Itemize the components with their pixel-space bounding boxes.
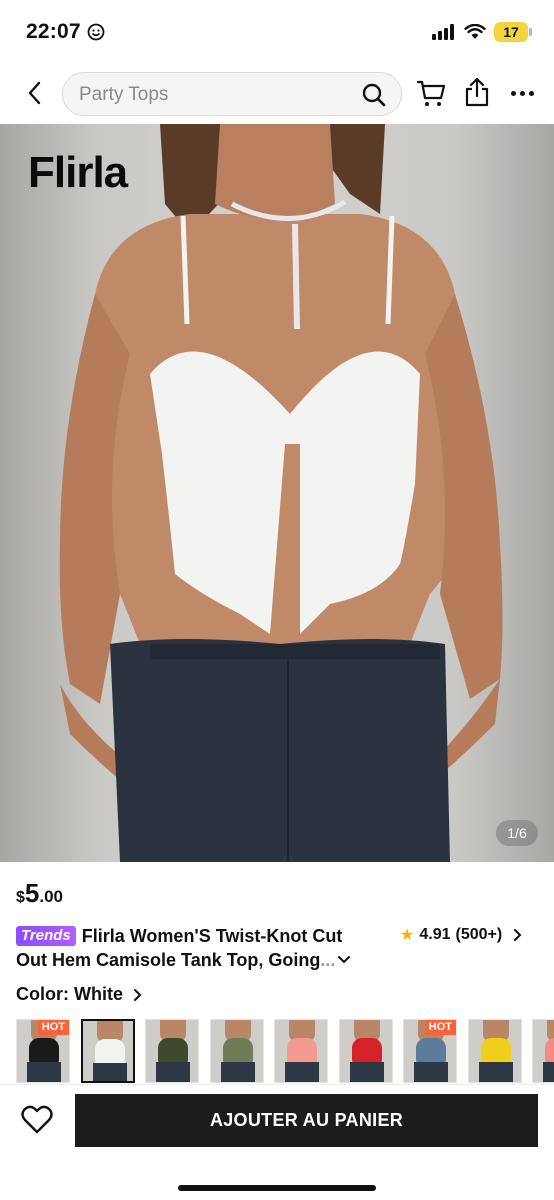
title-ellipsis: ... (320, 950, 336, 970)
smiley-icon (87, 23, 105, 41)
title-line-1: Flirla Women'S Twist-Knot Cut (81, 926, 343, 946)
price: $ 5 .00 (16, 878, 63, 909)
color-swatch[interactable]: HOT (16, 1019, 70, 1083)
trends-badge: Trends (16, 926, 76, 946)
product-title[interactable]: Trends Flirla Women'S Twist-Knot Cut Out … (16, 924, 386, 972)
bottom-bar: AJOUTER AU PANIER (0, 1084, 554, 1200)
brand-logo: Flirla (28, 148, 128, 197)
hot-badge: HOT (37, 1020, 69, 1035)
battery-icon: 17 (494, 22, 532, 42)
product-image[interactable]: Flirla 1/6 (0, 124, 554, 862)
more-options-button[interactable] (506, 78, 538, 108)
review-count: (500+) (455, 926, 503, 943)
color-swatch[interactable] (532, 1019, 554, 1083)
share-icon[interactable] (462, 76, 492, 108)
color-value: White (74, 984, 124, 1004)
image-page-indicator: 1/6 (496, 820, 538, 846)
chevron-left-icon (28, 81, 41, 105)
product-photo-illustration (59, 124, 503, 862)
color-swatch[interactable] (81, 1019, 135, 1083)
color-swatch[interactable] (210, 1019, 264, 1083)
status-bar: 22:07 17 (0, 0, 554, 64)
price-decimal: .00 (39, 887, 64, 906)
home-indicator (178, 1185, 376, 1191)
star-icon: ★ (400, 927, 415, 944)
rating-value: 4.91 (419, 926, 451, 943)
chevron-right-icon (134, 988, 142, 1001)
heart-icon[interactable] (20, 1103, 54, 1137)
search-placeholder: Party Tops (79, 84, 169, 105)
wifi-icon (464, 24, 486, 39)
hot-badge: HOT (424, 1020, 456, 1035)
rating[interactable]: ★ 4.91 (500+) (400, 925, 523, 945)
color-swatch[interactable]: HOT (403, 1019, 457, 1083)
status-icons: 17 (432, 22, 532, 42)
color-swatches: HOT HOT (16, 1018, 554, 1084)
color-swatch[interactable] (468, 1019, 522, 1083)
color-selector[interactable]: Color: White (16, 984, 143, 1005)
chevron-right-icon (514, 929, 522, 941)
signal-icon (432, 24, 454, 40)
title-line-2: Out Hem Camisole Tank Top, Going (16, 950, 321, 970)
color-swatch[interactable] (339, 1019, 393, 1083)
color-label: Color: (16, 984, 69, 1004)
battery-level: 17 (503, 24, 519, 40)
chevron-down-icon[interactable] (337, 955, 351, 965)
nav-bar: Party Tops (0, 64, 554, 124)
color-swatch[interactable] (274, 1019, 328, 1083)
price-integer: 5 (24, 878, 40, 908)
search-input[interactable]: Party Tops (62, 72, 402, 116)
search-icon[interactable] (361, 82, 387, 108)
add-to-cart-button[interactable]: AJOUTER AU PANIER (75, 1094, 538, 1147)
back-button[interactable] (20, 78, 50, 108)
cart-icon[interactable] (416, 78, 446, 108)
time-text: 22:07 (26, 20, 81, 43)
color-swatch[interactable] (145, 1019, 199, 1083)
status-time: 22:07 (26, 20, 105, 44)
price-currency: $ (16, 889, 25, 906)
